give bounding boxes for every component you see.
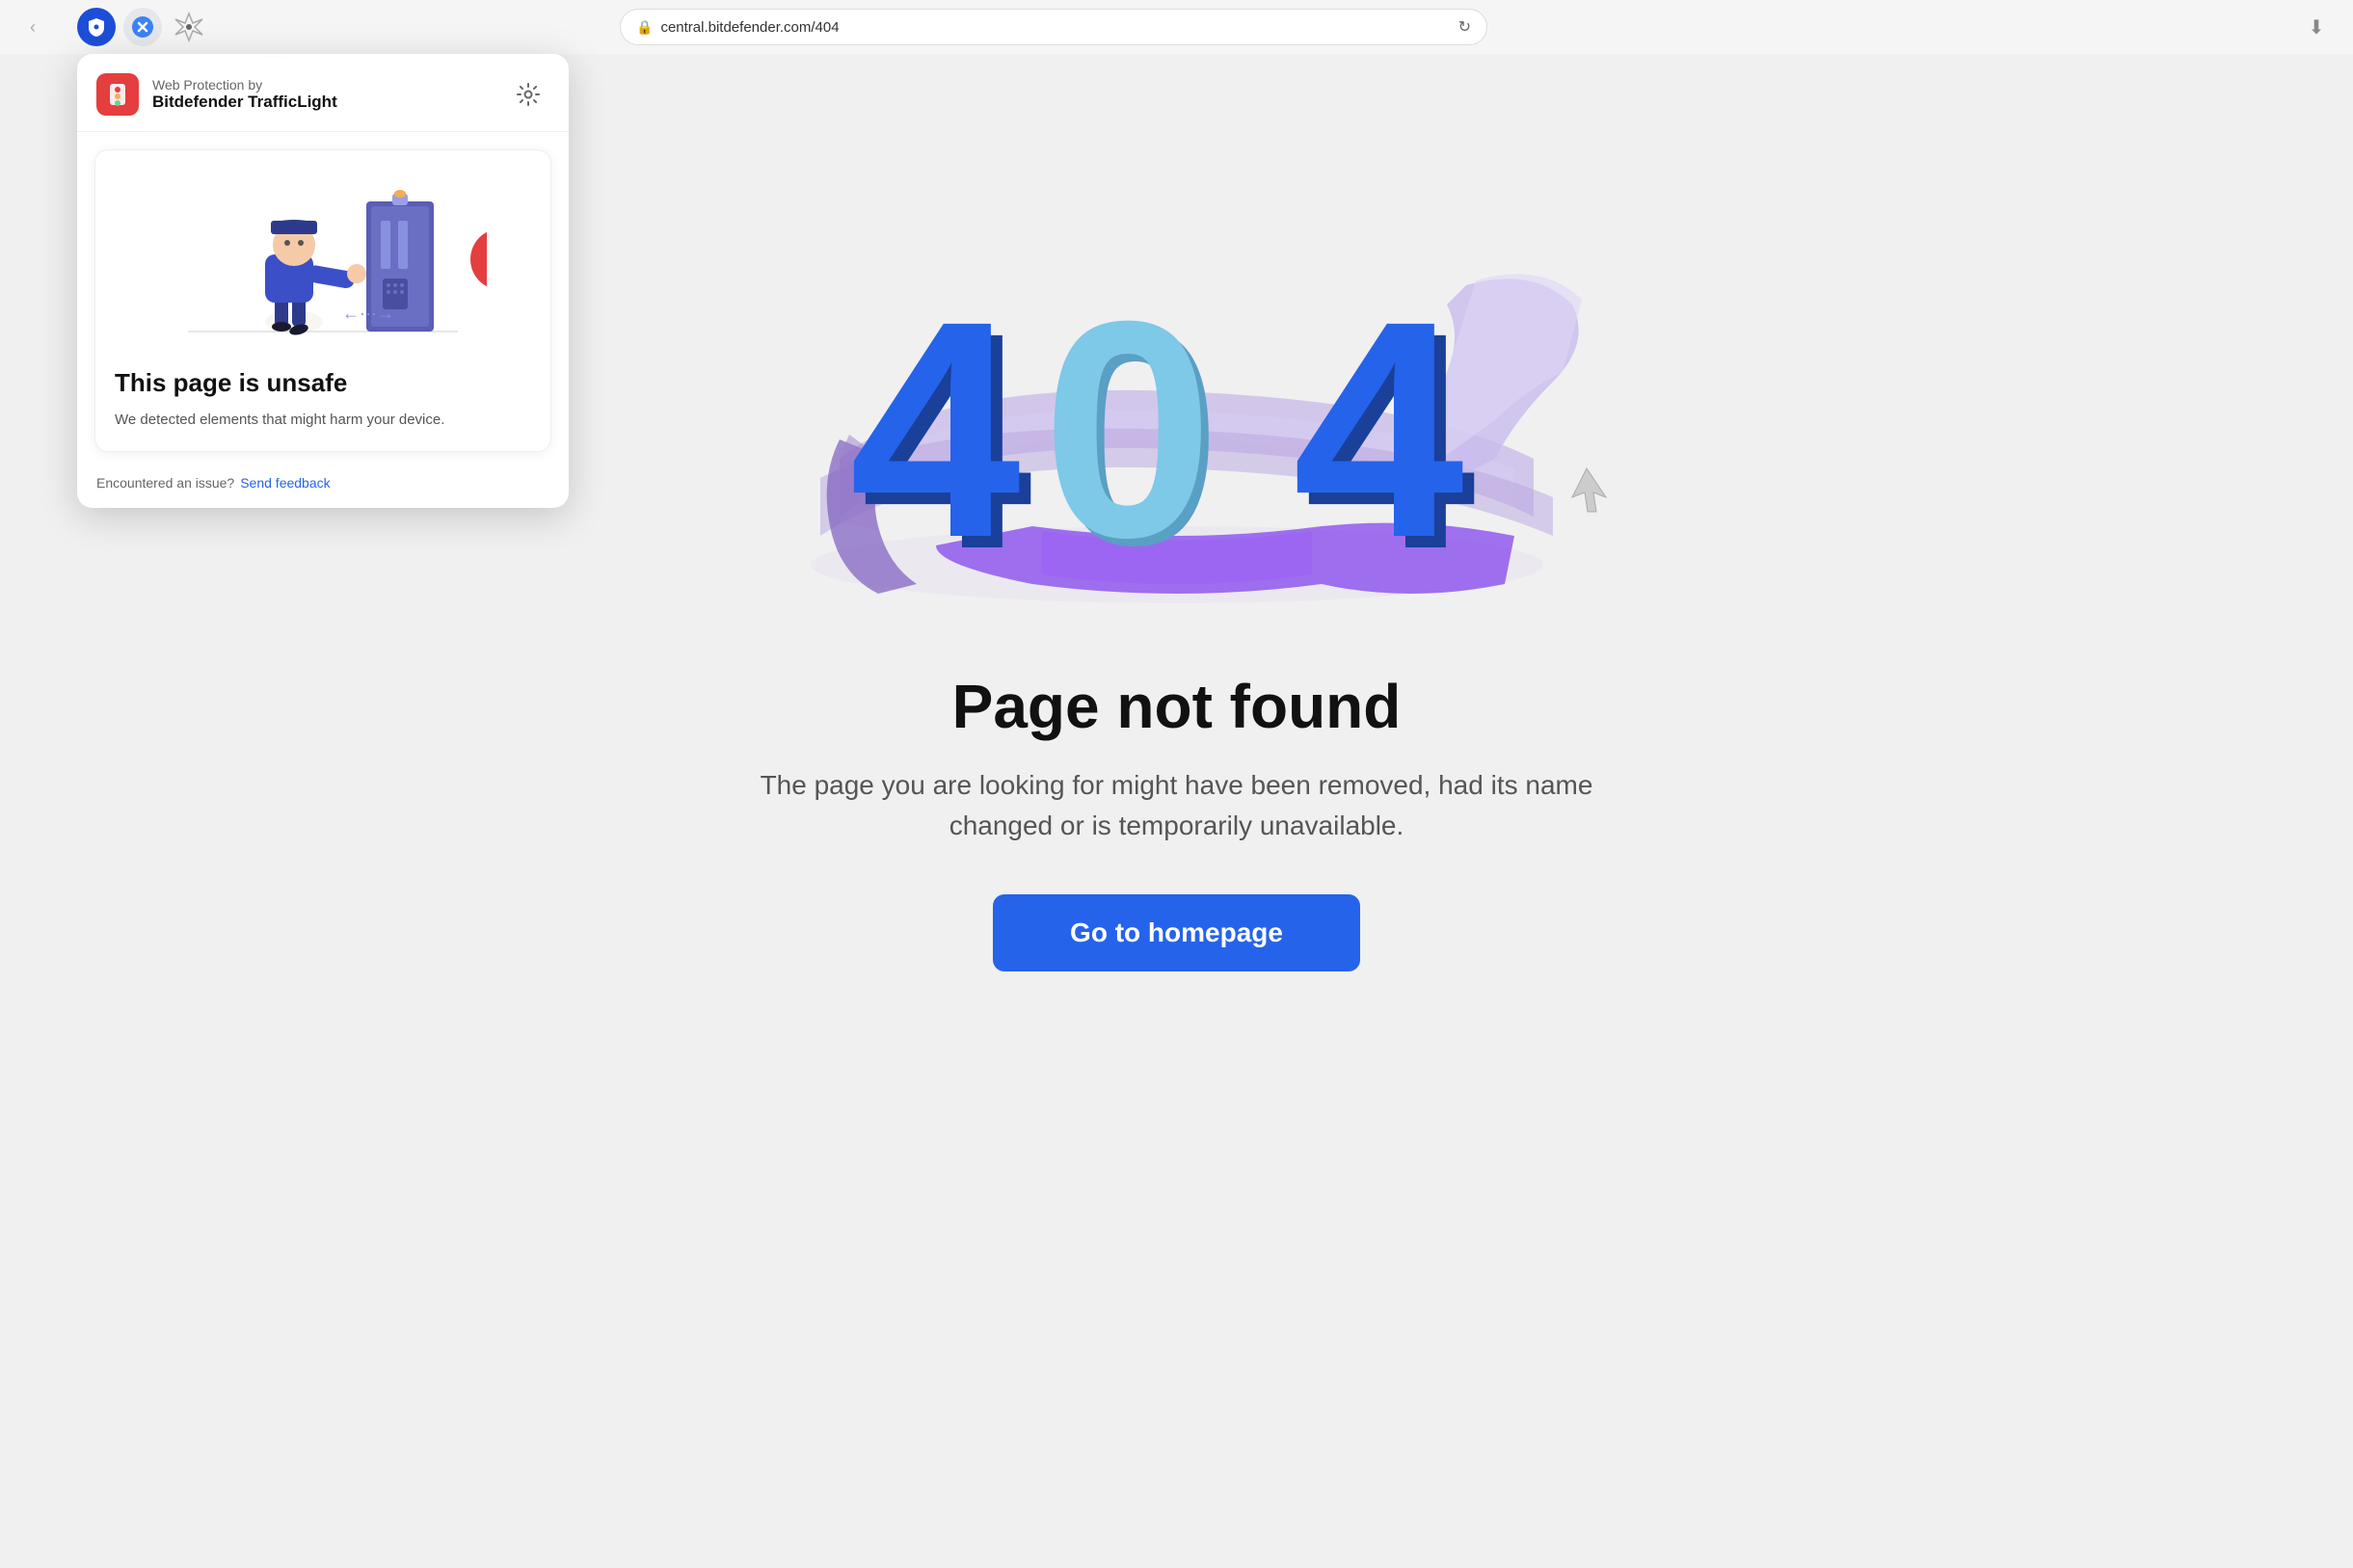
- settings-button[interactable]: [511, 77, 546, 112]
- extension-icons-group: [77, 8, 208, 46]
- close-extension-icon[interactable]: [123, 8, 162, 46]
- unsafe-title: This page is unsafe: [115, 368, 531, 398]
- nav-back-button[interactable]: ‹: [19, 13, 46, 40]
- popup-header-text: Web Protection by Bitdefender TrafficLig…: [152, 77, 337, 112]
- svg-text:4: 4: [1293, 256, 1466, 601]
- url-text: central.bitdefender.com/404: [660, 19, 1450, 36]
- svg-text:4: 4: [849, 256, 1023, 601]
- trafficlight-popup: Web Protection by Bitdefender TrafficLig…: [77, 54, 569, 508]
- craft-extension-icon[interactable]: [170, 8, 208, 46]
- download-icon[interactable]: ⬇: [2299, 10, 2334, 44]
- popup-card: ←···→: [94, 149, 551, 452]
- bitwarden-extension-icon[interactable]: [77, 8, 116, 46]
- encountered-text: Encountered an issue?: [96, 475, 234, 491]
- popup-header-left: Web Protection by Bitdefender TrafficLig…: [96, 73, 337, 116]
- address-bar[interactable]: 🔒 central.bitdefender.com/404 ↻: [620, 9, 1487, 45]
- bd-logo: [96, 73, 139, 116]
- svg-text:←···→: ←···→: [342, 304, 394, 323]
- popup-illustration: ←···→: [115, 170, 531, 353]
- reload-icon[interactable]: ↻: [1458, 17, 1471, 37]
- unsafe-description: We detected elements that might harm you…: [115, 410, 531, 432]
- popup-footer: Encountered an issue? Send feedback: [77, 465, 569, 508]
- popup-brand-label: Bitdefender TrafficLight: [152, 93, 337, 112]
- browser-toolbar: ‹ 🔒 central.bitdefender.com: [0, 0, 2353, 54]
- text-section: Page not found The page you are looking …: [705, 671, 1649, 971]
- svg-text:0: 0: [1042, 256, 1214, 601]
- go-to-homepage-button[interactable]: Go to homepage: [993, 894, 1360, 971]
- 404-illustration: 4 0 4: [743, 83, 1611, 623]
- popup-triangle: [260, 54, 287, 56]
- popup-by-label: Web Protection by: [152, 77, 337, 93]
- page-title: Page not found: [743, 671, 1611, 742]
- lock-icon: 🔒: [636, 19, 653, 36]
- popup-header: Web Protection by Bitdefender TrafficLig…: [77, 54, 569, 132]
- send-feedback-link[interactable]: Send feedback: [240, 475, 330, 491]
- page-description: The page you are looking for might have …: [743, 765, 1611, 846]
